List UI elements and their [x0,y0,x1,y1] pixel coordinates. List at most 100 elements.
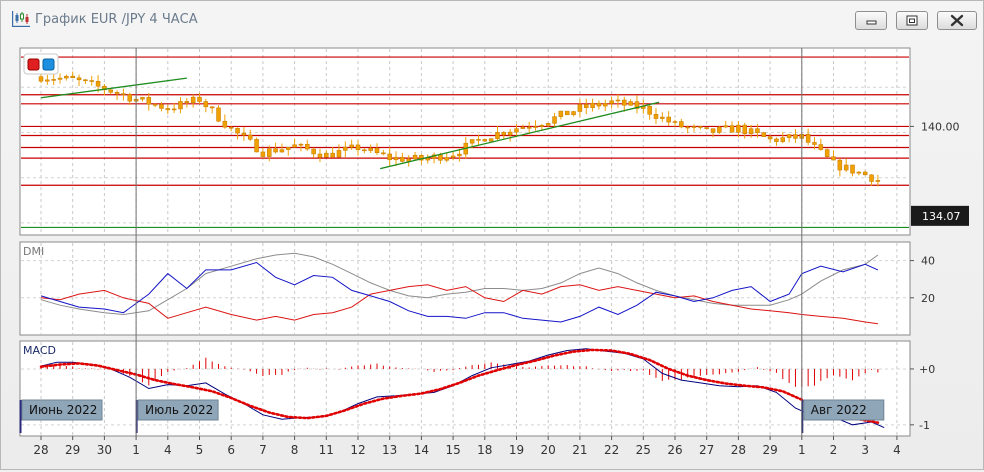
candle-body [412,155,418,160]
candle-body [736,124,741,133]
candle-body [324,152,329,158]
candle-body [140,97,145,100]
candle-body [51,79,56,81]
candle-body [444,157,450,161]
macd-axis: +0 -1 [910,363,935,432]
candle-body [869,174,874,182]
x-tick-label: 18 [477,443,492,457]
candle-body [590,102,595,108]
candle-body [209,106,215,109]
price-tick-label: 140.00 [921,120,960,133]
candle-body [831,156,836,161]
candle-body [780,137,786,142]
candle-body [64,75,69,79]
candle-body [146,97,152,105]
candle-body [362,149,367,152]
x-tick-label: 20 [541,443,556,457]
candle-body [583,104,589,108]
candle-body [615,99,621,102]
candle-body [520,127,526,129]
candle-body [622,99,627,106]
candle-body [95,81,101,87]
candle-body [660,116,665,119]
x-tick-label: 14 [414,443,429,457]
x-tick-label: 4 [893,443,901,457]
candle-body [70,75,75,79]
x-tick-label: 4 [164,443,172,457]
chart-area: 140.00 134.07 20 40 DMI +0 -1 MACD Июнь … [1,1,983,472]
candle-body [368,148,373,151]
candle-body [729,125,735,133]
candle-body [171,108,177,111]
candle-body [114,92,120,94]
candle-body [203,101,209,108]
x-tick-label: 28 [33,443,48,457]
x-axis: 28 29 30 1 4 5 6 7 8 11 12 13 14 15 18 19 20 21 22 25 26 27 28… [33,436,901,457]
candle-body [305,143,310,150]
x-tick-label: 30 [97,443,112,457]
candle-body [710,128,716,133]
candle-body [190,96,196,103]
candle-body [425,157,430,161]
candle-body [336,150,342,158]
candle-body [488,138,494,142]
candle-body [647,105,652,115]
candle-body [571,111,576,116]
x-tick-label: 6 [227,443,235,457]
candle-body [311,148,316,155]
candle-body [704,127,709,129]
candle-body [45,79,50,82]
candle-body [558,110,564,117]
indicator-toggle[interactable] [23,53,59,75]
candle-body [862,171,868,176]
candle-body [723,125,728,128]
x-tick-label: 19 [509,443,524,457]
candle-body [317,153,323,158]
x-tick-label: 29 [762,443,777,457]
candle-body [514,128,519,133]
candle-body [564,110,570,116]
candle-body [793,134,798,139]
candle-body [330,152,335,158]
x-tick-label: 13 [382,443,397,457]
candle-body [761,132,767,137]
blue-square-icon[interactable] [42,58,55,71]
candle-body [438,154,443,161]
candle-body [774,138,779,142]
period-label: Июль 2022 [145,403,213,417]
dmi-label: DMI [23,245,44,258]
macd-tick-label: +0 [919,363,935,376]
candle-body [539,125,545,127]
candle-body [343,146,348,151]
candle-body [216,107,221,122]
candle-body [476,139,481,141]
candle-body [247,134,253,140]
dmi-tick-label: 20 [921,292,935,305]
x-tick-label: 11 [319,443,334,457]
red-square-icon[interactable] [27,58,40,71]
candle-body [222,120,228,128]
x-tick-label: 2 [830,443,838,457]
candle-body [349,144,354,148]
candle-body [127,94,133,102]
x-tick-label: 27 [699,443,714,457]
candle-body [57,77,63,80]
macd-tick-label: -1 [919,419,930,432]
x-tick-label: 25 [636,443,651,457]
dmi-panel: 2040 DMI [19,241,935,336]
candle-body [184,101,190,103]
candle-body [197,96,202,102]
dmi-axis: 2040 [910,255,935,305]
candle-body [609,100,614,104]
candle-body [545,123,551,126]
x-tick-label: 3 [861,443,869,457]
candle-body [235,127,240,134]
candle-body [533,126,538,128]
candle-body [450,155,456,158]
candle-body [685,126,690,129]
x-tick-label: 8 [291,443,299,457]
candle-body [653,114,659,119]
candle-body [748,128,754,134]
candle-body [805,133,811,143]
candle-body [241,132,247,136]
